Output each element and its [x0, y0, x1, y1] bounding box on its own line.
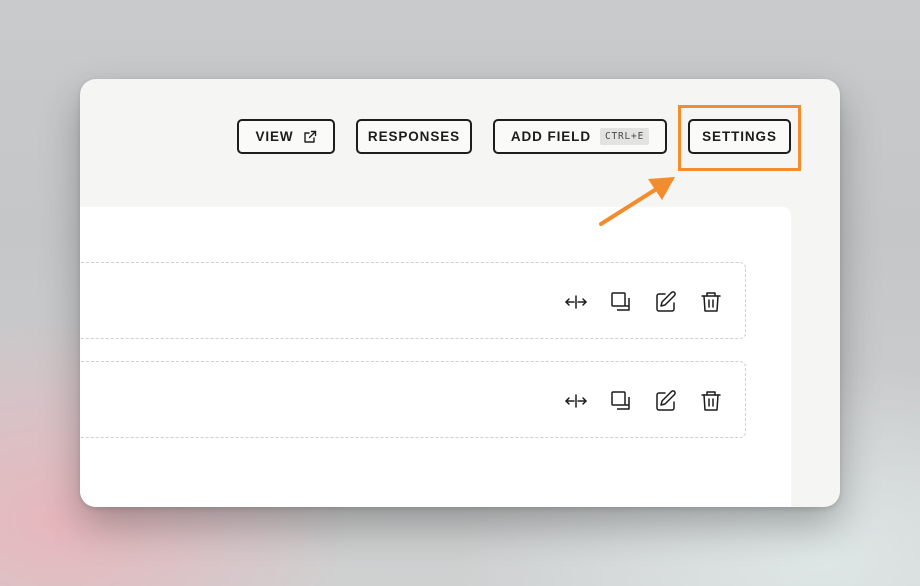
responses-label: RESPONSES: [367, 129, 461, 144]
resize-width-icon[interactable]: [564, 290, 588, 314]
view-label: VIEW: [255, 129, 294, 144]
responses-button[interactable]: RESPONSES: [356, 119, 472, 154]
form-builder-window: VIEW RESPONSES ADD FIELD CTRL+E SETTINGS: [80, 79, 840, 507]
add-field-button[interactable]: ADD FIELD CTRL+E: [493, 119, 667, 154]
delete-icon[interactable]: [699, 290, 723, 314]
settings-label: SETTINGS: [702, 129, 777, 144]
form-field-row[interactable]: [80, 361, 746, 438]
duplicate-icon[interactable]: [609, 290, 633, 314]
field-actions: [564, 389, 723, 413]
duplicate-icon[interactable]: [609, 389, 633, 413]
form-canvas: [80, 207, 791, 507]
resize-width-icon[interactable]: [564, 389, 588, 413]
view-button[interactable]: VIEW: [237, 119, 335, 154]
edit-icon[interactable]: [654, 290, 678, 314]
external-link-icon: [303, 130, 317, 144]
field-actions: [564, 290, 723, 314]
keyboard-shortcut-badge: CTRL+E: [599, 128, 650, 145]
form-field-row[interactable]: [80, 262, 746, 339]
add-field-label: ADD FIELD: [510, 129, 591, 144]
delete-icon[interactable]: [699, 389, 723, 413]
edit-icon[interactable]: [654, 389, 678, 413]
settings-button[interactable]: SETTINGS: [688, 119, 791, 154]
